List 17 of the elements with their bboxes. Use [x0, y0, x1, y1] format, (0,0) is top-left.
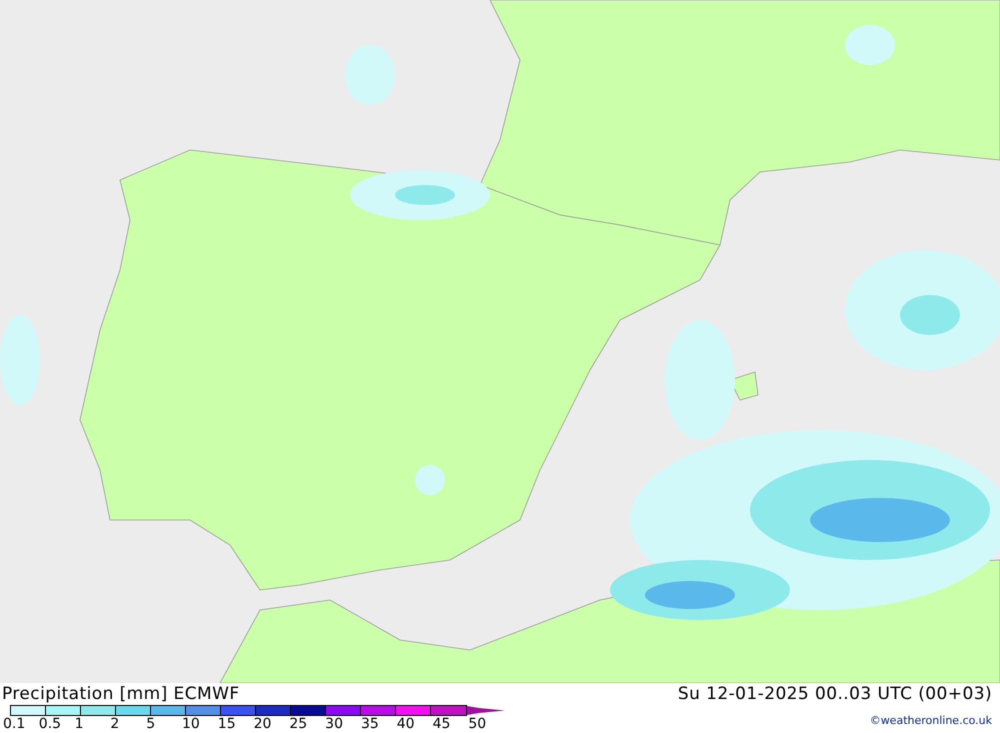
credit-link[interactable]: ©weatheronline.co.uk — [870, 713, 992, 730]
scale-label: 20 — [254, 716, 272, 732]
scale-label: 25 — [289, 716, 308, 732]
scale-label: 0.5 — [38, 716, 62, 732]
valid-time: Su 12-01-2025 00..03 UTC (00+03) — [678, 683, 992, 705]
scale-label: 40 — [396, 716, 416, 732]
scale-label: 10 — [182, 716, 201, 732]
scale-label: 1 — [74, 716, 85, 732]
scale-label: 30 — [325, 716, 344, 732]
scale-label: 5 — [146, 716, 156, 732]
map-title: Precipitation [mm] ECMWF — [2, 683, 241, 705]
scale-label: 15 — [218, 716, 237, 732]
scale-label: 50 — [468, 716, 488, 732]
scale-label: 2 — [110, 716, 120, 732]
scale-label: 35 — [360, 716, 380, 732]
scale-label: 45 — [432, 716, 452, 732]
scale-label: 0.1 — [3, 716, 26, 732]
